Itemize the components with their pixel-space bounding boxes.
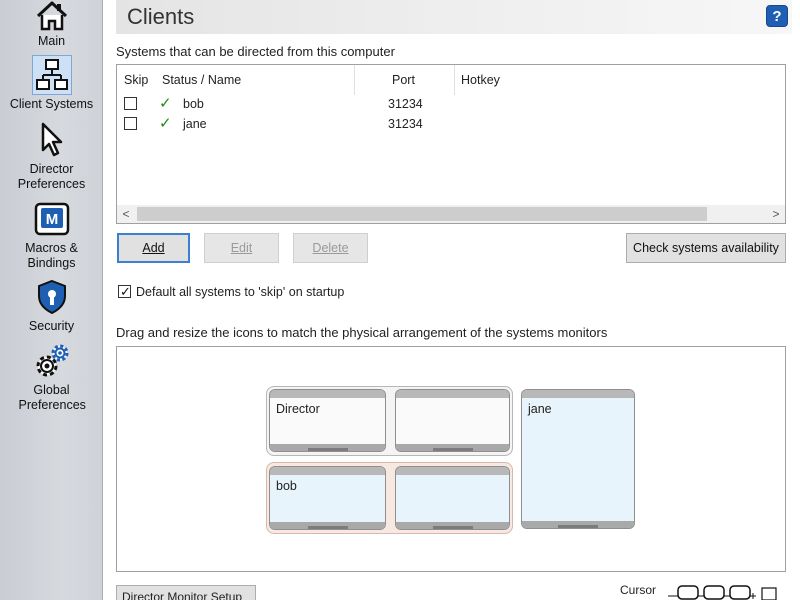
- table-row[interactable]: ✓ jane 31234: [117, 114, 785, 134]
- monitor-director[interactable]: Director: [269, 389, 386, 452]
- default-skip-checkbox[interactable]: ✓: [118, 284, 131, 299]
- status-ok-icon: ✓: [159, 95, 172, 112]
- delete-button-label: Delete: [312, 241, 349, 255]
- scroll-right-arrow-icon[interactable]: >: [767, 205, 785, 223]
- gears-icon: [32, 341, 72, 381]
- shield-lock-icon: [32, 277, 72, 317]
- edit-button-label: Edit: [230, 241, 253, 255]
- monitor-label: bob: [276, 479, 297, 493]
- monitor-director-secondary[interactable]: [395, 389, 510, 452]
- sidebar-item-label: Macros & Bindings: [25, 241, 78, 270]
- sidebar-item-main[interactable]: Main: [0, 0, 103, 49]
- sidebar-item-security[interactable]: Security: [0, 277, 103, 334]
- arrangement-section-label: Drag and resize the icons to match the p…: [116, 325, 608, 340]
- column-header-skip[interactable]: Skip: [124, 65, 154, 95]
- sidebar-item-label: Main: [37, 34, 66, 48]
- sidebar-item-label: Security: [28, 319, 75, 333]
- skip-checkbox[interactable]: [124, 97, 137, 110]
- sidebar-item-label: Client Systems: [9, 97, 94, 111]
- monitor-bob[interactable]: bob: [269, 466, 386, 530]
- default-skip-label: Default all systems to 'skip' on startup: [136, 285, 345, 299]
- sidebar: Main Client Systems Director Preferences: [0, 0, 103, 600]
- systems-section-label: Systems that can be directed from this c…: [116, 44, 395, 59]
- sidebar-item-macros-bindings[interactable]: M Macros & Bindings: [0, 199, 103, 271]
- check-systems-availability-button[interactable]: Check systems availability: [626, 233, 786, 263]
- add-button-label: Add: [142, 241, 165, 255]
- help-button[interactable]: ?: [766, 5, 788, 27]
- delete-button[interactable]: Delete: [293, 233, 368, 263]
- svg-text:M: M: [45, 211, 58, 228]
- sidebar-item-client-systems[interactable]: Client Systems: [0, 55, 103, 112]
- director-monitor-setup-button[interactable]: Director Monitor Setup: [116, 585, 256, 600]
- scroll-left-arrow-icon[interactable]: <: [117, 205, 135, 223]
- edit-button[interactable]: Edit: [204, 233, 279, 263]
- home-icon: [32, 0, 72, 32]
- system-name: bob: [183, 97, 204, 111]
- cursor-label: Cursor: [620, 583, 657, 597]
- page-title: Clients: [127, 4, 195, 29]
- column-header-status-name[interactable]: Status / Name: [162, 65, 355, 95]
- checkmark-icon: ✓: [120, 284, 131, 299]
- sidebar-item-label: Director Preferences: [17, 162, 86, 191]
- monitor-bob-secondary[interactable]: [395, 466, 510, 530]
- main-panel: Clients ? Systems that can be directed f…: [104, 0, 800, 600]
- sidebar-item-label: Global Preferences: [18, 383, 86, 412]
- column-header-hotkey[interactable]: Hotkey: [461, 65, 581, 95]
- cursor-layout-icons[interactable]: [668, 584, 788, 600]
- check-button-label: Check systems availability: [633, 241, 779, 255]
- column-header-port[interactable]: Port: [392, 65, 455, 95]
- system-name: jane: [183, 117, 207, 131]
- add-button[interactable]: Add: [117, 233, 190, 263]
- system-port: 31234: [388, 117, 423, 131]
- monitor-label: Director: [276, 402, 320, 416]
- macro-icon: M: [32, 199, 72, 239]
- monitor-jane[interactable]: jane: [521, 389, 635, 529]
- page-header: Clients ?: [116, 0, 792, 34]
- system-port: 31234: [388, 97, 423, 111]
- cursor-monitor-chain-icon: [668, 585, 777, 600]
- systems-table[interactable]: Skip Status / Name Port Hotkey ✓ bob 312…: [116, 64, 786, 224]
- horizontal-scrollbar[interactable]: < >: [117, 205, 785, 223]
- status-ok-icon: ✓: [159, 115, 172, 132]
- cursor-icon: [32, 120, 72, 160]
- monitor-label: jane: [528, 402, 552, 416]
- scrollbar-thumb[interactable]: [137, 207, 707, 221]
- skip-checkbox[interactable]: [124, 117, 137, 130]
- network-icon: [31, 55, 72, 95]
- monitor-arrangement-area[interactable]: Director jane bob: [116, 346, 786, 572]
- sidebar-item-director-preferences[interactable]: Director Preferences: [0, 120, 103, 192]
- table-row[interactable]: ✓ bob 31234: [117, 94, 785, 114]
- sidebar-item-global-preferences[interactable]: Global Preferences: [0, 341, 103, 413]
